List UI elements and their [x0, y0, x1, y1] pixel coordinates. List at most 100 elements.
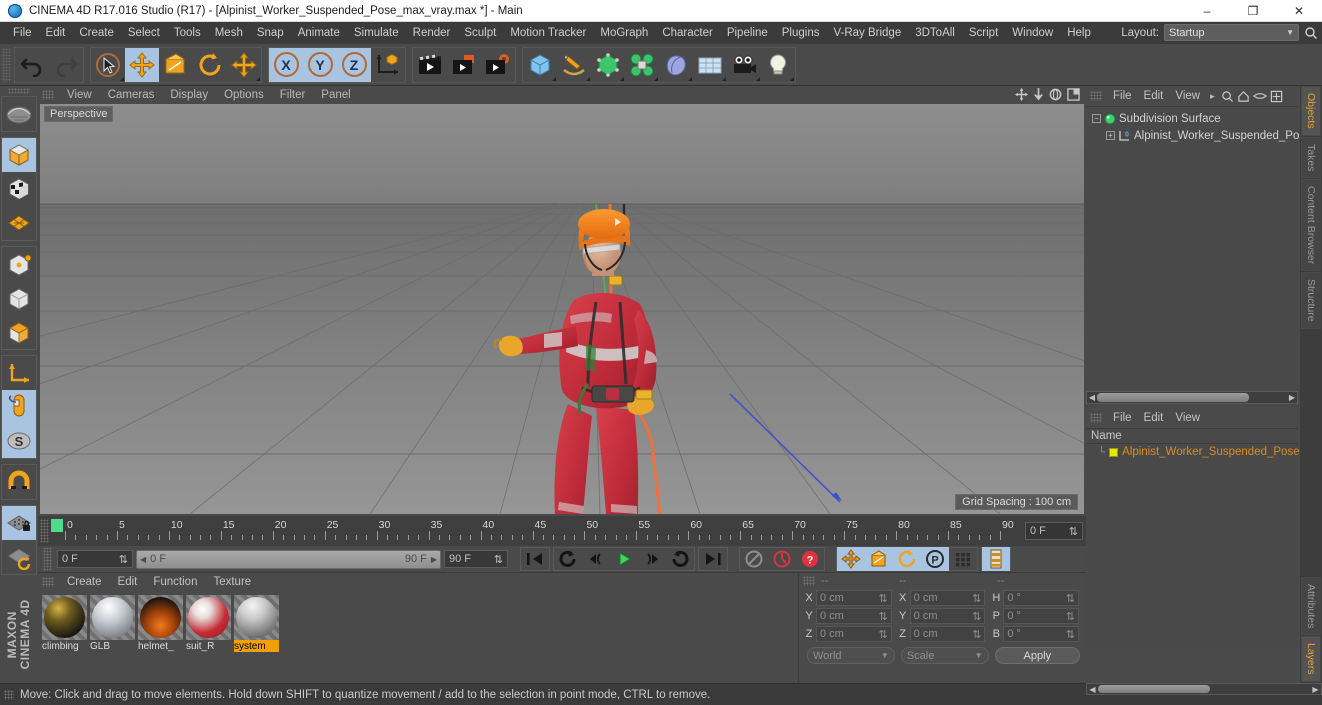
- play-backwards-button[interactable]: [554, 547, 582, 571]
- deformer-mode-icon[interactable]: [2, 97, 36, 131]
- layer-color-swatch[interactable]: [1109, 447, 1119, 457]
- render-view-button[interactable]: [413, 47, 447, 82]
- add-generator-button[interactable]: [591, 47, 625, 82]
- end-frame-field[interactable]: 90 F ⇅: [444, 550, 508, 568]
- viewport-menu-display[interactable]: Display: [162, 88, 216, 102]
- play-forward-button[interactable]: [610, 547, 638, 571]
- object-manager-hscrollbar[interactable]: ◀ ▶: [1086, 391, 1298, 404]
- timeline-icon[interactable]: [982, 547, 1010, 571]
- spinner-icon[interactable]: ⇅: [1069, 525, 1078, 538]
- object-menu-view[interactable]: View: [1169, 89, 1206, 103]
- add-camera-button[interactable]: [727, 47, 761, 82]
- render-region-button[interactable]: [447, 47, 481, 82]
- status-grip[interactable]: [4, 689, 14, 700]
- record-keyframe-selection-icon[interactable]: ?: [796, 547, 824, 571]
- viewport-menu-options[interactable]: Options: [216, 88, 272, 102]
- position-key-icon[interactable]: [837, 547, 865, 571]
- tab-objects[interactable]: Objects: [1301, 86, 1321, 136]
- bottom-scroll-thumb[interactable]: [1098, 685, 1210, 693]
- spinner-icon[interactable]: ⇅: [878, 610, 887, 623]
- menu-3dtoall[interactable]: 3DToAll: [908, 24, 962, 42]
- scroll-left-arrow-icon[interactable]: ◀: [1087, 685, 1098, 694]
- material-item-climbing[interactable]: climbing: [42, 595, 87, 652]
- timeline-frame-field[interactable]: 0 F ⇅: [1025, 522, 1083, 540]
- spinner-icon[interactable]: ⇅: [119, 553, 128, 566]
- coord-field-size-y[interactable]: 0 cm ⇅: [909, 608, 986, 624]
- undo-button[interactable]: [15, 47, 49, 82]
- menu-mograph[interactable]: MoGraph: [593, 24, 655, 42]
- material-preview[interactable]: [234, 595, 279, 640]
- range-right-arrow-icon[interactable]: ▶: [431, 555, 437, 564]
- redo-button[interactable]: [49, 47, 83, 82]
- viewport-3d[interactable]: Y X Z Perspective Grid Spacing : 100 cm: [40, 104, 1084, 514]
- layers-grip[interactable]: [1090, 413, 1102, 423]
- preview-range-bar[interactable]: ◀ 0 F 90 F ▶: [136, 549, 441, 569]
- menu-pipeline[interactable]: Pipeline: [720, 24, 775, 42]
- menu-edit[interactable]: Edit: [39, 24, 73, 42]
- search-icon[interactable]: [1221, 90, 1234, 103]
- tab-structure[interactable]: Structure: [1301, 272, 1321, 329]
- point-mode-icon[interactable]: [2, 247, 36, 281]
- add-light-button[interactable]: [761, 47, 795, 82]
- material-preview[interactable]: [186, 595, 231, 640]
- point-level-animation-icon[interactable]: [949, 547, 977, 571]
- axis-y-button[interactable]: Y: [303, 47, 337, 82]
- play-loop-button[interactable]: [666, 547, 694, 571]
- left-toolbar-grip[interactable]: [8, 88, 30, 94]
- dolly-icon[interactable]: [1033, 88, 1044, 101]
- toolbar-grip[interactable]: [2, 47, 11, 82]
- scale-key-icon[interactable]: [865, 547, 893, 571]
- axis-x-button[interactable]: X: [269, 47, 303, 82]
- menu-select[interactable]: Select: [121, 24, 167, 42]
- object-row-subdivision-surface[interactable]: − Subdivision Surface: [1086, 110, 1298, 127]
- frame-icon[interactable]: [1270, 90, 1283, 103]
- object-tree[interactable]: − Subdivision Surface + 0 Alpinist_Worke…: [1086, 106, 1305, 406]
- menu-mesh[interactable]: Mesh: [208, 24, 250, 42]
- pan-icon[interactable]: [1015, 88, 1028, 101]
- parameter-key-icon[interactable]: P: [921, 547, 949, 571]
- layers-menu-edit[interactable]: Edit: [1138, 411, 1170, 425]
- scale-tool-button[interactable]: [159, 47, 193, 82]
- spinner-icon[interactable]: ⇅: [972, 628, 981, 641]
- move-tool-button[interactable]: [125, 47, 159, 82]
- object-row-alpinist[interactable]: + 0 Alpinist_Worker_Suspended_Pos: [1086, 127, 1305, 144]
- edge-mode-icon[interactable]: [2, 281, 36, 315]
- spinner-icon[interactable]: ⇅: [494, 553, 503, 566]
- world-object-coordinate-button[interactable]: [371, 47, 405, 82]
- spinner-icon[interactable]: ⇅: [878, 628, 887, 641]
- maximize-button[interactable]: ❐: [1230, 0, 1276, 22]
- axis-mode-icon[interactable]: [2, 356, 36, 390]
- range-left-arrow-icon[interactable]: ◀: [140, 555, 146, 564]
- material-preview[interactable]: [42, 595, 87, 640]
- coord-field-pos-y[interactable]: 0 cm ⇅: [816, 608, 892, 624]
- material-menu-create[interactable]: Create: [59, 575, 110, 589]
- spinner-icon[interactable]: ⇅: [878, 592, 887, 605]
- coord-field-pos-z[interactable]: 0 cm ⇅: [816, 626, 892, 642]
- maximize-view-icon[interactable]: [1067, 88, 1080, 101]
- polygon-grid-icon[interactable]: [2, 206, 36, 240]
- rotate-tool-button[interactable]: [193, 47, 227, 82]
- workplane-rotate-icon[interactable]: [2, 540, 36, 574]
- material-menu-texture[interactable]: Texture: [205, 575, 259, 589]
- coord-field-rot-p[interactable]: 0 ° ⇅: [1003, 608, 1080, 624]
- menu-script[interactable]: Script: [962, 24, 1005, 42]
- menu-help[interactable]: Help: [1060, 24, 1098, 42]
- menu-animate[interactable]: Animate: [291, 24, 347, 42]
- layers-list[interactable]: Name └ Alpinist_Worker_Suspended_Pose: [1086, 428, 1300, 648]
- tab-attributes[interactable]: Attributes: [1301, 577, 1321, 636]
- menu-sculpt[interactable]: Sculpt: [457, 24, 503, 42]
- render-settings-button[interactable]: [481, 47, 515, 82]
- tab-content-browser[interactable]: Content Browser: [1301, 179, 1321, 272]
- current-frame-field[interactable]: 0 F ⇅: [57, 550, 133, 568]
- timeline-ruler[interactable]: 0 5 10 15 20 25 30 35 40 45 50 55 60 65 70 75 80 85 90: [51, 518, 1022, 544]
- move-axis-button[interactable]: [227, 47, 261, 82]
- material-menu-function[interactable]: Function: [145, 575, 205, 589]
- material-menu-edit[interactable]: Edit: [110, 575, 146, 589]
- soft-selection-icon[interactable]: S: [2, 423, 36, 458]
- add-cube-button[interactable]: [523, 47, 557, 82]
- menu-create[interactable]: Create: [72, 24, 121, 42]
- menu-tools[interactable]: Tools: [167, 24, 208, 42]
- live-selection-button[interactable]: [91, 47, 125, 82]
- apply-button[interactable]: Apply: [994, 647, 1081, 664]
- spinner-icon[interactable]: ⇅: [1066, 610, 1075, 623]
